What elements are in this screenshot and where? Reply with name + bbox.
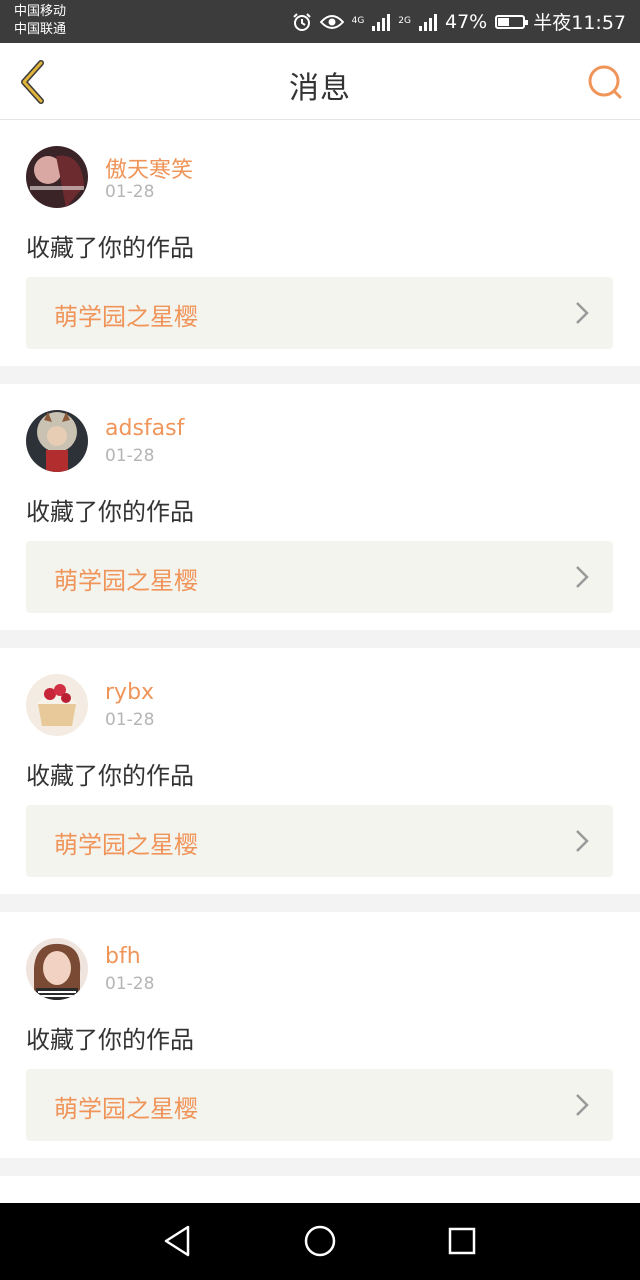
username[interactable]: 傲天寒笑 xyxy=(105,152,193,184)
alarm-icon xyxy=(292,12,311,31)
work-link[interactable]: 萌学园之星樱 xyxy=(26,541,613,613)
work-title: 萌学园之星樱 xyxy=(54,303,198,331)
status-icons: 4G 2G 47% 半夜11:57 xyxy=(292,8,626,35)
signal-icon-1 xyxy=(372,13,391,31)
work-title: 萌学园之星樱 xyxy=(54,567,198,595)
system-nav-bar xyxy=(0,1203,640,1280)
back-triangle-icon[interactable] xyxy=(158,1221,198,1261)
username[interactable]: bfh xyxy=(105,944,141,969)
message-action: 收藏了你的作品 xyxy=(26,498,194,526)
message-action: 收藏了你的作品 xyxy=(26,234,194,262)
battery-icon xyxy=(495,14,529,29)
avatar[interactable] xyxy=(26,674,88,736)
chevron-right-icon xyxy=(576,566,589,588)
status-bar: 中国移动 中国联通 4G 2G 47% 半夜11:57 xyxy=(0,0,640,43)
search-icon[interactable] xyxy=(586,63,624,101)
network-type-1: 4G xyxy=(351,16,365,26)
message-action: 收藏了你的作品 xyxy=(26,1026,194,1054)
message-action: 收藏了你的作品 xyxy=(26,762,194,790)
avatar[interactable] xyxy=(26,410,88,472)
work-title: 萌学园之星樱 xyxy=(54,831,198,859)
message-date: 01-28 xyxy=(105,446,155,466)
page-title: 消息 xyxy=(289,71,351,106)
message-date: 01-28 xyxy=(105,710,155,730)
work-link[interactable]: 萌学园之星樱 xyxy=(26,1069,613,1141)
message-date: 01-28 xyxy=(105,182,155,202)
carrier-2: 中国联通 xyxy=(14,22,67,37)
home-circle-icon[interactable] xyxy=(300,1221,340,1261)
message-card: adsfasf 01-28 收藏了你的作品 萌学园之星樱 xyxy=(0,384,640,630)
username[interactable]: rybx xyxy=(105,680,154,705)
message-list: 傲天寒笑 01-28 收藏了你的作品 萌学园之星樱 adsfasf 01-28 … xyxy=(0,120,640,1236)
work-link[interactable]: 萌学园之星樱 xyxy=(26,277,613,349)
chevron-right-icon xyxy=(576,302,589,324)
network-type-2: 2G xyxy=(398,16,411,26)
app-header: 消息 xyxy=(0,43,640,120)
chevron-right-icon xyxy=(576,830,589,852)
avatar[interactable] xyxy=(26,146,88,208)
clock: 半夜11:57 xyxy=(533,12,626,34)
carrier-1: 中国移动 xyxy=(14,4,67,19)
battery-percent: 47% xyxy=(445,10,488,33)
eye-icon xyxy=(319,14,344,29)
recents-square-icon[interactable] xyxy=(442,1221,482,1261)
message-card: bfh 01-28 收藏了你的作品 萌学园之星樱 xyxy=(0,912,640,1158)
signal-icon-2 xyxy=(419,13,437,31)
message-card: 傲天寒笑 01-28 收藏了你的作品 萌学园之星樱 xyxy=(0,120,640,366)
work-link[interactable]: 萌学园之星樱 xyxy=(26,805,613,877)
carrier-names: 中国移动 中国联通 xyxy=(14,3,66,39)
message-date: 01-28 xyxy=(105,974,155,994)
battery-fill xyxy=(498,17,510,26)
avatar[interactable] xyxy=(26,938,88,1000)
chevron-right-icon xyxy=(576,1094,589,1116)
username[interactable]: adsfasf xyxy=(105,416,184,441)
message-card: rybx 01-28 收藏了你的作品 萌学园之星樱 xyxy=(0,648,640,894)
work-title: 萌学园之星樱 xyxy=(54,1095,198,1123)
